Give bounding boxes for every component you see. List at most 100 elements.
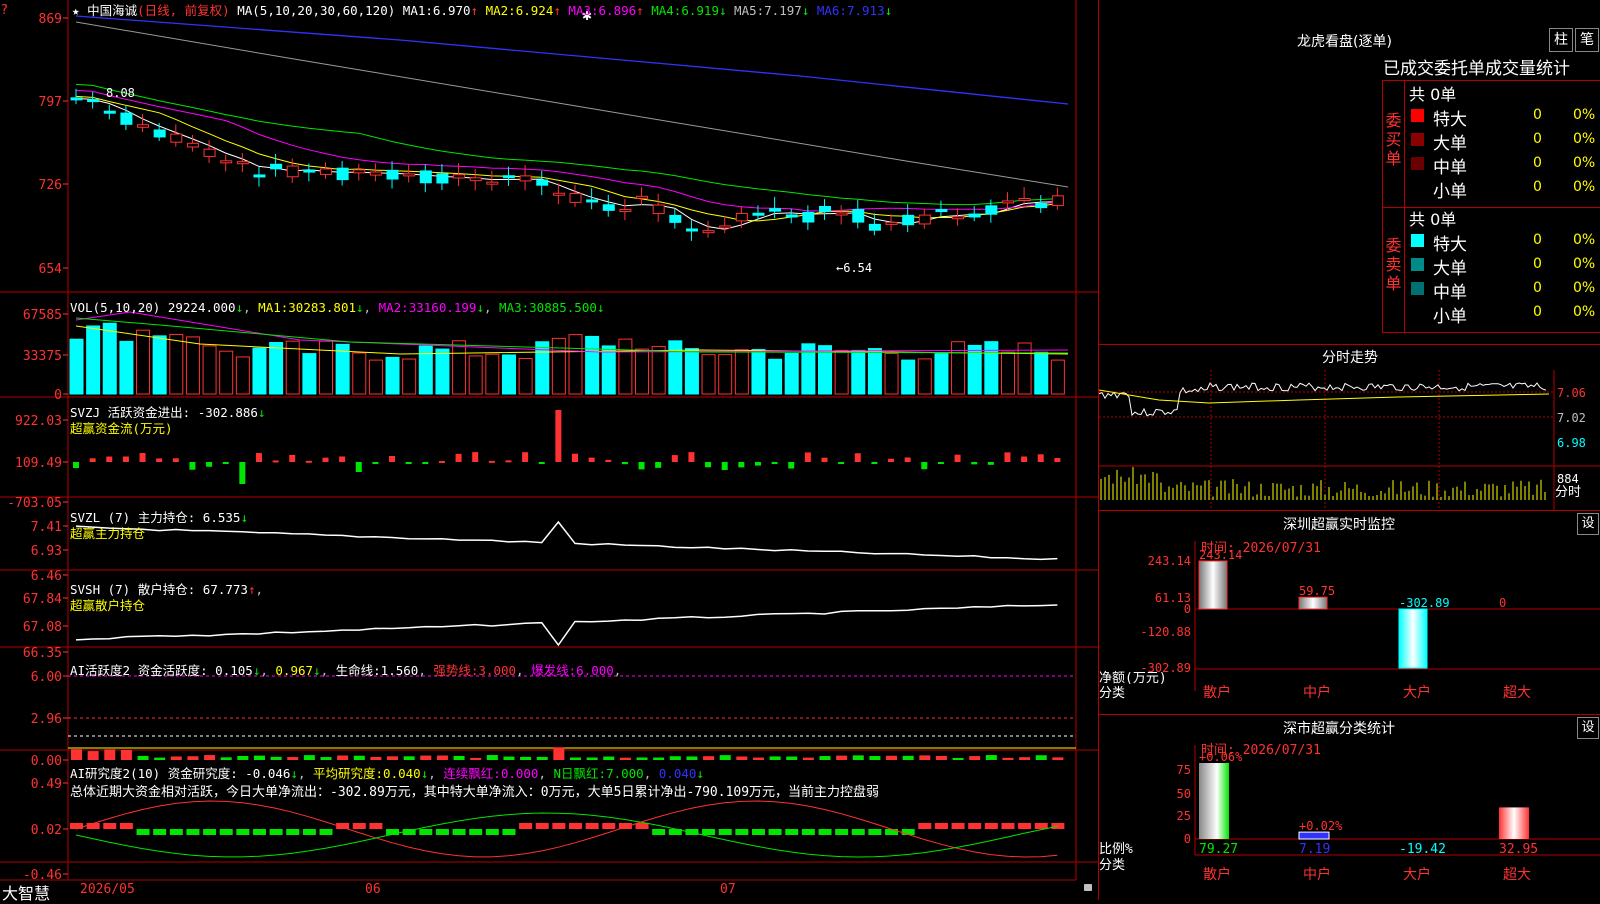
research-bar <box>252 829 266 835</box>
cls-tick: 0 <box>1184 832 1191 846</box>
active-bar <box>87 751 99 760</box>
volume-bar <box>468 355 483 395</box>
intraday-tick: 6.98 <box>1557 436 1586 450</box>
cls-bar <box>1298 831 1330 840</box>
research-bar <box>818 829 832 835</box>
intraday-tick: 7.02 <box>1557 411 1586 425</box>
candle-body <box>336 167 349 181</box>
sell-label-char: 委 <box>1385 236 1402 255</box>
fund-flow-bar <box>322 457 329 462</box>
volume-arrow: ↓ <box>235 300 244 315</box>
candle-body <box>486 181 499 185</box>
cls-value-label: 79.27 <box>1199 842 1238 857</box>
cls-tick: 75 <box>1177 763 1191 777</box>
research-bar <box>469 829 483 835</box>
cls-bar <box>1199 763 1229 839</box>
intraday-title: 分时走势 <box>1322 350 1378 366</box>
candle-body <box>236 161 249 165</box>
active-bar <box>802 757 814 760</box>
research-bar <box>103 823 117 829</box>
candle-body <box>220 160 233 164</box>
candle-body <box>652 204 665 215</box>
candle-body <box>320 168 332 175</box>
ai-research-v1-arrow: ↓ <box>290 766 298 781</box>
cls-category: 大户 <box>1403 866 1431 883</box>
ma-label: MA1: <box>402 3 433 18</box>
ma-label: MA2: <box>485 3 516 18</box>
ma1-line <box>75 97 1058 230</box>
svzl-title: SVZL (7) 主力持仓: <box>70 510 196 525</box>
lhb-title: 龙虎看盘(逐单) <box>1297 34 1392 50</box>
research-bar <box>635 823 649 829</box>
sz-monitor[interactable]: 深圳超赢实时监控 设 时间: 2026/07/31 243.14 61.13 0 -1… <box>1099 510 1600 715</box>
candle-body <box>369 171 382 176</box>
buy-row-name: 大单 <box>1433 134 1467 154</box>
research-bar <box>485 829 499 835</box>
price-tick: 797 <box>39 95 62 110</box>
fund-flow-bar <box>89 458 96 462</box>
ma-value: 6.919 <box>681 3 719 18</box>
svzl-value: 6.535 <box>202 510 241 525</box>
active-bar <box>952 757 964 760</box>
research-bar <box>269 829 283 835</box>
buy-row-name: 特大 <box>1433 110 1467 130</box>
vol-ma-arrow: ↓ <box>356 300 364 315</box>
research-bar <box>1034 823 1048 829</box>
sell-row-name: 小单 <box>1433 307 1467 327</box>
ma-label: MA(5,10,20,30,60,120) <box>237 3 396 18</box>
research-bar <box>136 829 150 835</box>
candle-body <box>952 216 965 220</box>
active-bar <box>852 755 864 760</box>
active-bar <box>653 757 665 760</box>
strong-line-label: 强势线: <box>433 663 479 678</box>
tab-zhu[interactable]: 柱 <box>1549 28 1573 52</box>
fund-flow-bar <box>638 462 645 470</box>
fund-flow-bar <box>1037 454 1044 462</box>
research-bar <box>302 829 316 835</box>
sell-side-label: 委 卖 单 <box>1383 206 1405 332</box>
intraday-tick: 7.06 <box>1557 386 1586 400</box>
buy-total: 共 0单 <box>1409 85 1457 104</box>
fund-flow-bar <box>73 462 79 469</box>
active-bar <box>104 749 116 760</box>
ma-value: 6.896 <box>598 3 637 18</box>
candle-body <box>1001 200 1014 204</box>
active-bar <box>886 755 898 760</box>
candle-body <box>153 129 166 138</box>
buy-row-name: 中单 <box>1433 158 1467 178</box>
volume-bar <box>718 354 733 395</box>
candle-body <box>253 174 266 178</box>
active-bar <box>786 756 798 760</box>
chart-mode[interactable]: (日线, 前复权) <box>137 3 230 18</box>
volume-header: VOL(5,10,20) 29224.000↓, MA1:30283.801↓,… <box>70 300 605 315</box>
brand-logo[interactable]: 大智慧 <box>2 880 50 904</box>
fund-flow-bar <box>488 460 495 463</box>
tab-bi[interactable]: 笔 <box>1575 28 1599 52</box>
price-tick: 726 <box>39 178 62 193</box>
candle-body <box>1018 197 1031 201</box>
active-bar <box>969 756 981 760</box>
candle-body <box>985 205 998 215</box>
candle-body <box>552 192 565 196</box>
volume-tick: 33375 <box>23 349 62 364</box>
candle-body <box>902 214 915 226</box>
n-day-red-value2: 0.040 <box>658 766 697 781</box>
fund-flow-bar <box>588 457 595 462</box>
star-icon[interactable]: ★ <box>72 3 80 18</box>
research-bar <box>1001 823 1015 829</box>
buy-row-pct: 0% <box>1573 179 1596 195</box>
fund-flow-bar <box>804 452 811 462</box>
fund-flow-bar <box>937 462 944 464</box>
volume-bar <box>751 349 766 395</box>
burst-line-label: 爆发线: <box>531 663 577 678</box>
sz-category: 中户 <box>1303 684 1331 701</box>
fund-flow-bar <box>671 455 678 462</box>
cls-stats[interactable]: 深市超赢分类统计 设 时间: 2026/07/31 75 50 25 0 +0.06% 7… <box>1099 714 1600 901</box>
intraday-chart[interactable]: 7.06 7.02 6.98 884 分时 <box>1099 370 1600 510</box>
buy-label-char: 委 <box>1385 111 1402 130</box>
lock-icon[interactable] <box>1084 884 1092 891</box>
candle-body <box>602 204 615 211</box>
fund-flow-bar <box>1004 452 1011 462</box>
svzj-title: SVZJ 活跃资金进出: <box>70 405 191 420</box>
n-day-red-arrow: ↓ <box>696 766 704 781</box>
